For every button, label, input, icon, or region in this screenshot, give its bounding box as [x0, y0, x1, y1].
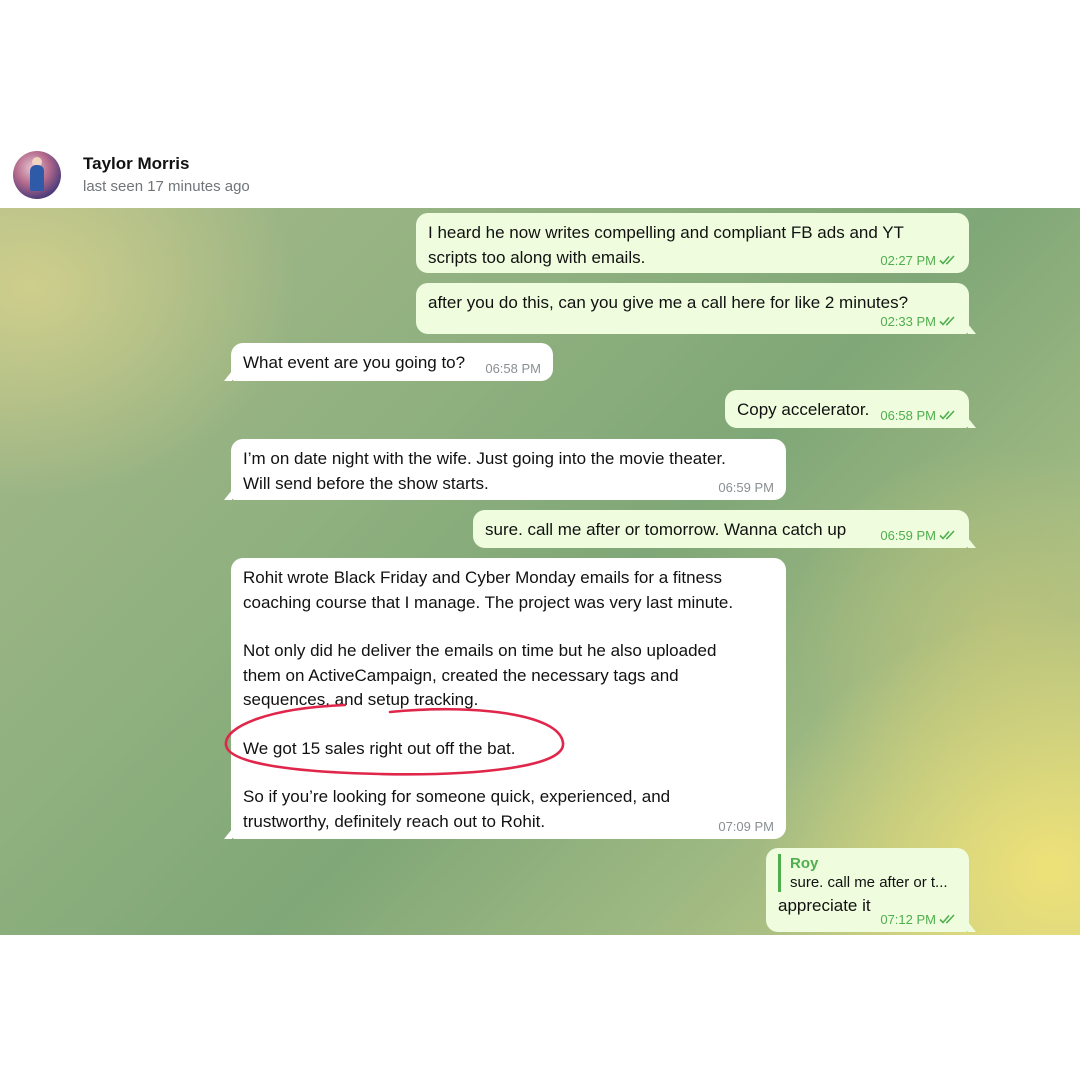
- bubble-tail: [968, 538, 976, 548]
- message-meta: 07:12 PM: [880, 913, 957, 927]
- message-meta: 06:59 PM: [718, 481, 774, 495]
- message-text: coaching course that I manage. The proje…: [243, 592, 734, 612]
- double-check-icon: [939, 255, 955, 265]
- double-check-icon: [939, 530, 955, 540]
- message-time: 06:59 PM: [880, 528, 936, 543]
- message-text: Copy accelerator.: [737, 400, 870, 419]
- bubble-tail: [224, 829, 232, 839]
- message-meta: 07:09 PM: [718, 820, 774, 834]
- bubble-tail: [224, 371, 232, 381]
- message-bubble-outgoing[interactable]: after you do this, can you give me a cal…: [416, 283, 976, 334]
- message-meta: 02:33 PM: [880, 315, 957, 329]
- message-text: appreciate it: [778, 896, 871, 915]
- message-bubble-incoming[interactable]: What event are you going to? 06:58 PM: [224, 343, 553, 381]
- reply-author: Roy: [790, 855, 819, 872]
- last-seen-status: last seen 17 minutes ago: [83, 178, 250, 195]
- message-text: after you do this, can you give me a cal…: [428, 293, 909, 312]
- message-time: 06:58 PM: [485, 361, 541, 376]
- message-bubble-outgoing[interactable]: Roy sure. call me after or t... apprecia…: [766, 848, 976, 932]
- message-text: Rohit wrote Black Friday and Cyber Monda…: [243, 568, 723, 587]
- message-text: scripts too along with emails.: [428, 247, 646, 267]
- highlighted-message-text: We got 15 sales right out off the bat.: [243, 738, 516, 758]
- bubble-tail: [224, 490, 232, 500]
- message-list[interactable]: I heard he now writes compelling and com…: [0, 208, 1080, 935]
- message-text: sure. call me after or tomorrow. Wanna c…: [485, 520, 847, 539]
- chat-header: Taylor Morris last seen 17 minutes ago: [0, 140, 1080, 208]
- avatar[interactable]: [13, 151, 61, 199]
- message-time: 02:27 PM: [880, 253, 936, 268]
- avatar-figure: [30, 165, 44, 191]
- double-check-icon: [939, 316, 955, 326]
- message-text: I heard he now writes compelling and com…: [428, 223, 904, 242]
- message-bubble-incoming[interactable]: I’m on date night with the wife. Just go…: [224, 439, 786, 500]
- reply-snippet: sure. call me after or t...: [790, 874, 948, 891]
- bubble-tail: [968, 418, 976, 428]
- message-time: 02:33 PM: [880, 314, 936, 329]
- message-text: I’m on date night with the wife. Just go…: [243, 449, 726, 468]
- message-time: 07:09 PM: [718, 819, 774, 834]
- message-text: trustworthy, definitely reach out to Roh…: [243, 811, 546, 831]
- message-text: sequences, and setup tracking.: [243, 690, 479, 709]
- double-check-icon: [939, 914, 955, 924]
- message-text: What event are you going to?: [243, 353, 466, 372]
- message-bubble-outgoing[interactable]: I heard he now writes compelling and com…: [416, 213, 969, 273]
- double-check-icon: [939, 410, 955, 420]
- message-bubble-incoming[interactable]: Rohit wrote Black Friday and Cyber Monda…: [224, 558, 786, 839]
- message-bubble-outgoing[interactable]: Copy accelerator. 06:58 PM: [725, 390, 976, 428]
- message-bubble-outgoing[interactable]: sure. call me after or tomorrow. Wanna c…: [473, 510, 976, 548]
- message-text: So if you’re looking for someone quick, …: [243, 787, 671, 806]
- message-meta: 06:58 PM: [485, 362, 541, 376]
- message-time: 06:59 PM: [718, 480, 774, 495]
- message-meta: 06:59 PM: [880, 529, 957, 543]
- reply-quote[interactable]: Roy sure. call me after or t...: [778, 854, 957, 892]
- message-text: Will send before the show starts.: [243, 473, 489, 493]
- message-text: them on ActiveCampaign, created the nece…: [243, 665, 679, 685]
- bubble-tail: [968, 922, 976, 932]
- message-meta: 06:58 PM: [880, 409, 957, 423]
- message-meta: 02:27 PM: [880, 254, 957, 268]
- contact-name[interactable]: Taylor Morris: [83, 154, 189, 174]
- bubble-tail: [968, 324, 976, 334]
- message-time: 07:12 PM: [880, 912, 936, 927]
- message-time: 06:58 PM: [880, 408, 936, 423]
- message-text: Not only did he deliver the emails on ti…: [243, 641, 717, 660]
